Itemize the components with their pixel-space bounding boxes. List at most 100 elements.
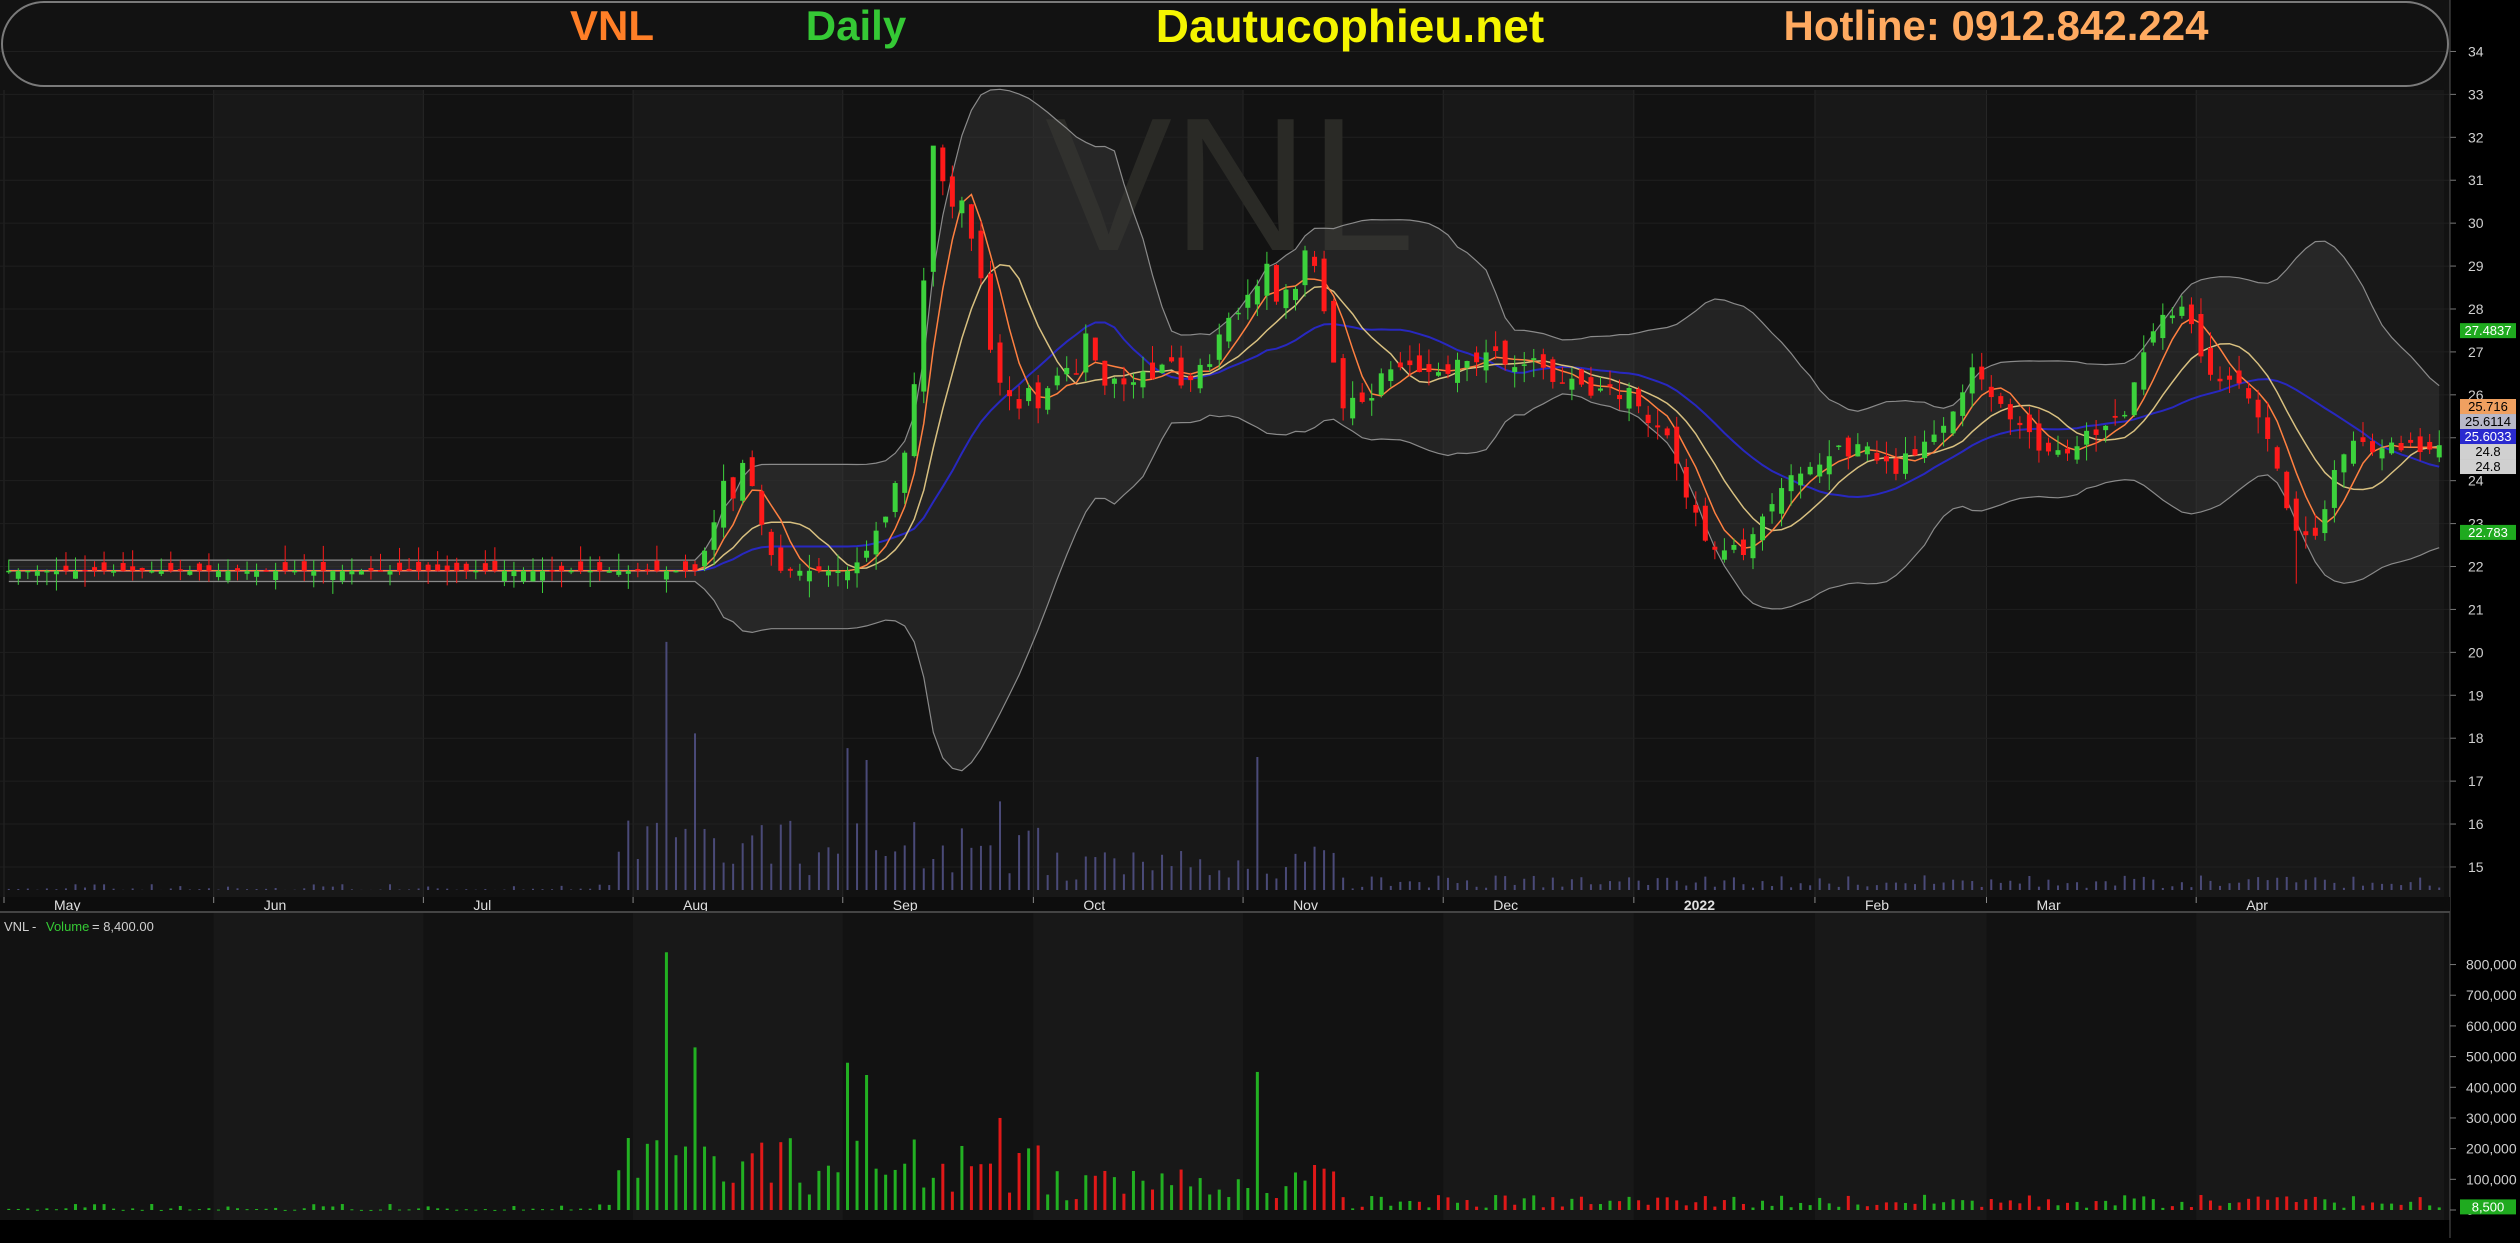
candle-body xyxy=(2017,422,2023,426)
candle-body xyxy=(1988,386,1994,398)
volume-tick-label: 700,000 xyxy=(2466,987,2517,1003)
volume-bar xyxy=(1627,1196,1631,1210)
volume-bar xyxy=(884,1174,888,1210)
date-tick-label: Apr xyxy=(2246,897,2268,913)
candle-body xyxy=(2255,399,2261,418)
candle-body xyxy=(254,570,260,577)
candle-body xyxy=(158,570,164,574)
volume-bar xyxy=(2266,1199,2270,1210)
candle-body xyxy=(2227,375,2233,380)
candle-body xyxy=(511,570,517,577)
candle-body xyxy=(1445,364,1451,374)
volume-bar xyxy=(1808,1205,1812,1210)
volume-tick-label: 400,000 xyxy=(2466,1079,2517,1095)
candle-body xyxy=(1922,441,1928,459)
candle-body xyxy=(1712,546,1718,550)
volume-bar xyxy=(1884,1202,1888,1210)
candle-body xyxy=(2074,446,2080,460)
candle-body xyxy=(1645,414,1651,424)
volume-bar xyxy=(579,1208,583,1210)
volume-bar xyxy=(2380,1203,2384,1210)
volume-bar xyxy=(1360,1206,1364,1210)
candle-body xyxy=(711,522,717,550)
candle-body xyxy=(2141,352,2147,390)
volume-bar xyxy=(931,1177,935,1210)
candle-body xyxy=(702,550,708,567)
volume-bar xyxy=(2027,1195,2031,1210)
candle-body xyxy=(1855,444,1861,457)
candle-body xyxy=(1073,373,1079,375)
volume-bar xyxy=(1055,1171,1059,1210)
candle-body xyxy=(1235,312,1241,315)
chart-root: VNL 151617181920212223242526272829303132… xyxy=(0,0,2520,1238)
candle-body xyxy=(1597,388,1603,391)
volume-bar xyxy=(1894,1202,1898,1210)
volume-bar xyxy=(188,1209,192,1211)
volume-bar xyxy=(169,1208,173,1210)
candle-body xyxy=(1483,352,1489,371)
volume-bar xyxy=(2056,1205,2060,1210)
volume-badge-label: 8,500 xyxy=(2472,1199,2505,1214)
candle-body xyxy=(1197,364,1203,389)
volume-bar xyxy=(836,1172,840,1210)
candle-body xyxy=(1083,333,1089,373)
volume-bar xyxy=(2161,1207,2165,1210)
candle-body xyxy=(883,516,889,523)
candle-body xyxy=(673,570,679,573)
price-badge-label: 25.6033 xyxy=(2465,429,2512,444)
volume-bar xyxy=(1970,1200,1974,1210)
candle-body xyxy=(1760,516,1766,541)
volume-bar xyxy=(293,1209,297,1211)
volume-bar xyxy=(1780,1195,1784,1210)
candle-body xyxy=(1617,394,1623,400)
candle-body xyxy=(168,562,174,571)
volume-bar xyxy=(2313,1196,2317,1210)
volume-bar xyxy=(1827,1203,1831,1210)
date-tick-label: Jul xyxy=(473,897,491,913)
volume-bar xyxy=(150,1204,154,1210)
candle-body xyxy=(721,480,727,528)
volume-bar xyxy=(1255,1071,1259,1210)
volume-bar xyxy=(2361,1205,2365,1210)
candle-body xyxy=(1883,456,1889,462)
volume-bar xyxy=(874,1168,878,1210)
volume-bar xyxy=(1732,1196,1736,1210)
candle-body xyxy=(1836,445,1842,448)
candle-body xyxy=(1273,265,1279,302)
candle-body xyxy=(959,200,965,214)
candle-body xyxy=(444,565,450,571)
volume-bar xyxy=(1503,1195,1507,1210)
volume-bar xyxy=(2037,1206,2041,1210)
volume-bar xyxy=(1112,1177,1116,1210)
candle-body xyxy=(282,562,288,571)
date-tick-label: Sep xyxy=(893,897,918,913)
volume-bar xyxy=(417,1208,421,1210)
candle-body xyxy=(377,570,383,572)
volume-bar xyxy=(369,1209,373,1211)
candle-body xyxy=(1521,364,1527,366)
volume-bar xyxy=(960,1145,964,1210)
candle-body xyxy=(1941,425,1947,433)
candle-body xyxy=(501,570,507,582)
volume-bar xyxy=(1541,1207,1545,1210)
volume-bar xyxy=(1027,1148,1031,1210)
candle-body xyxy=(463,563,469,571)
volume-bar xyxy=(2390,1203,2394,1210)
volume-bar xyxy=(693,1047,697,1210)
volume-bar xyxy=(1637,1200,1641,1210)
candle-body xyxy=(273,570,279,580)
date-tick-label: Jun xyxy=(264,897,287,913)
volume-bar xyxy=(426,1206,430,1210)
volume-bar xyxy=(2113,1205,2117,1210)
volume-bar xyxy=(760,1142,764,1210)
volume-bar xyxy=(1865,1206,1869,1210)
candle-body xyxy=(1578,369,1584,385)
volume-bar xyxy=(7,1208,11,1210)
candle-body xyxy=(2389,442,2395,454)
volume-bar xyxy=(807,1194,811,1210)
candle-body xyxy=(1397,362,1403,368)
candle-body xyxy=(435,564,441,571)
candle-body xyxy=(1588,377,1594,396)
price-tick-label: 30 xyxy=(2468,215,2484,231)
candle-body xyxy=(911,384,917,457)
